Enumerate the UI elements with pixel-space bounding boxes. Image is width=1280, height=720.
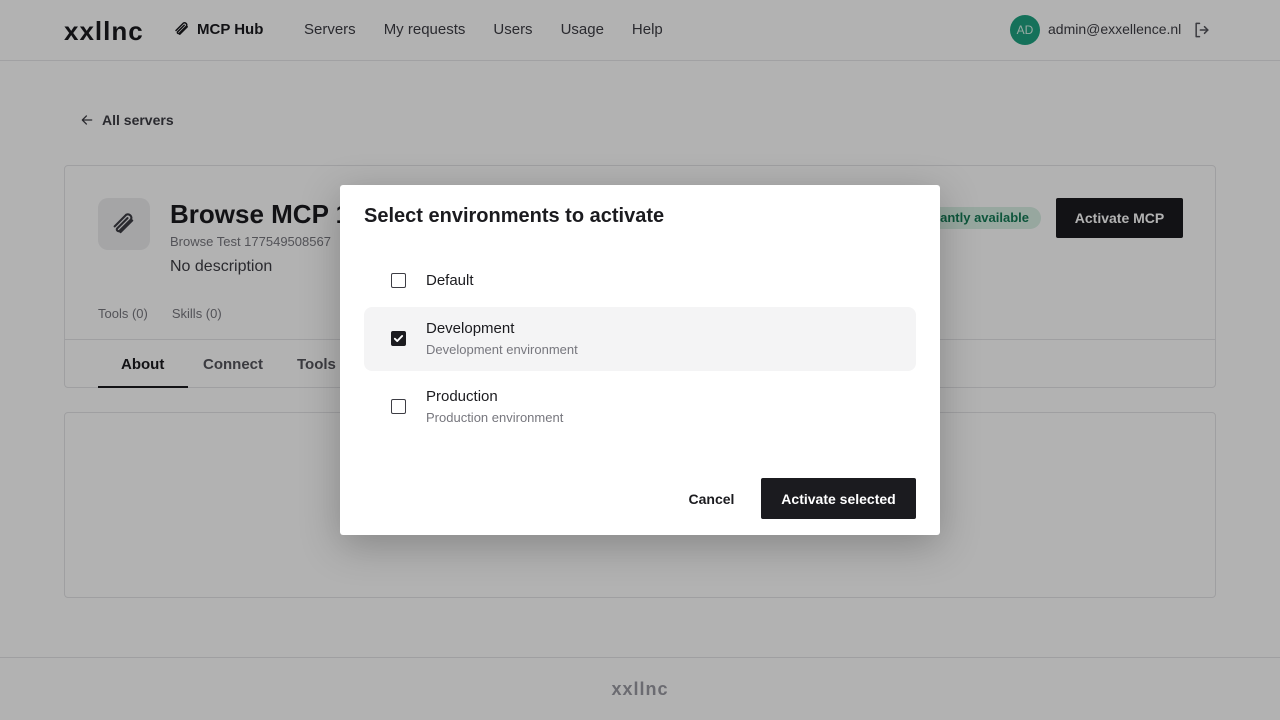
dialog-title: Select environments to activate (364, 205, 665, 227)
env-option-production[interactable]: Production Production environment (364, 375, 916, 439)
env-name: Default (426, 272, 474, 289)
env-checkbox-default[interactable] (391, 273, 406, 288)
env-checkbox-development[interactable] (391, 331, 406, 346)
activate-selected-button[interactable]: Activate selected (761, 478, 916, 519)
env-checkbox-production[interactable] (391, 399, 406, 414)
env-option-default[interactable]: Default (364, 257, 916, 305)
env-option-development[interactable]: Development Development environment (364, 307, 916, 371)
cancel-button[interactable]: Cancel (673, 478, 750, 519)
activate-environments-dialog: Select environments to activate Default … (340, 185, 940, 535)
env-name: Development (426, 320, 515, 337)
env-description: Development environment (426, 342, 578, 357)
env-name: Production (426, 388, 498, 405)
checkmark-icon (393, 335, 404, 342)
env-description: Production environment (426, 410, 564, 425)
